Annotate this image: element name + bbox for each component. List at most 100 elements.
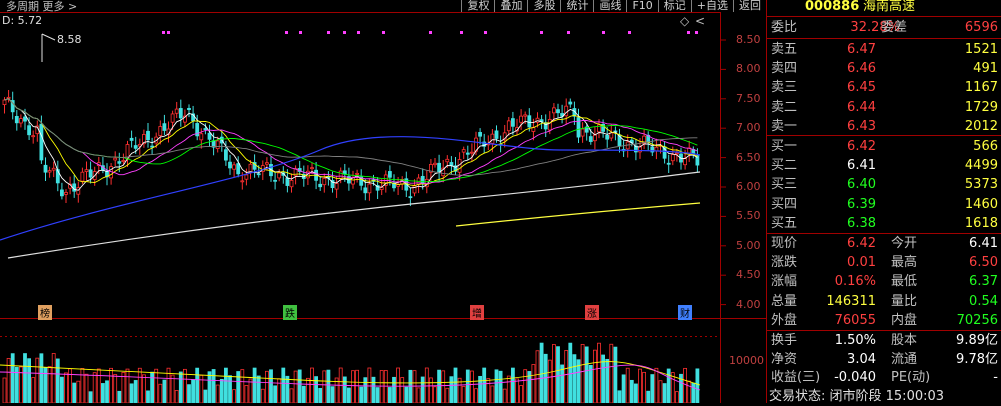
bid-label: 买五: [771, 215, 798, 231]
volume-bar: [662, 383, 667, 403]
quote-row: 总量 146311 量比 0.54: [769, 292, 1000, 311]
stat-value: 6.37: [969, 274, 998, 290]
toolbar-button[interactable]: 多股: [527, 0, 560, 12]
volume-bar: [494, 369, 499, 403]
volume-bar: [375, 387, 380, 403]
toolbar-button[interactable]: 画线: [593, 0, 626, 12]
candle-body: [88, 169, 93, 178]
candle-body: [121, 159, 126, 163]
stat-value: 6.42: [847, 236, 876, 251]
candle-body: [170, 113, 175, 123]
candle-body: [420, 175, 425, 184]
volume-bar: [154, 368, 159, 403]
candle-body: [27, 125, 32, 136]
period-label[interactable]: 多周期: [6, 0, 39, 13]
diamond-icon[interactable]: ◇: [680, 14, 689, 28]
high-price-label: 8.58: [57, 33, 82, 46]
volume-bar: [634, 383, 638, 403]
candle-body: [387, 171, 392, 178]
volume-bar: [572, 354, 577, 403]
signal-dot: [695, 31, 698, 34]
event-marker[interactable]: 增: [470, 305, 484, 320]
volume-bar: [556, 346, 560, 403]
price-axis-tick: 5.00: [736, 238, 761, 252]
candle-body: [580, 128, 585, 137]
volume-bar: [687, 380, 692, 403]
ask-volume: 1521: [964, 42, 998, 57]
stat-value: 0.54: [969, 293, 998, 309]
divider: [766, 135, 1001, 136]
fund-value: -0.040: [834, 370, 876, 385]
stat-label: 内盘: [891, 312, 918, 328]
kline-chart[interactable]: [0, 0, 766, 403]
volume-bar: [281, 367, 286, 403]
event-marker[interactable]: 涨: [585, 305, 599, 320]
signal-dot: [429, 31, 432, 34]
volume-bar: [379, 370, 384, 403]
candle-body: [43, 164, 48, 173]
volume-bar: [31, 377, 36, 403]
stat-label: 涨跌: [771, 255, 798, 271]
candle-body: [6, 96, 11, 99]
volume-bar: [371, 376, 376, 403]
candle-body: [547, 119, 552, 131]
volume-bar: [223, 367, 228, 403]
candle-body: [60, 189, 64, 197]
price-axis-tick: 6.50: [736, 150, 761, 164]
ask-label: 卖二: [771, 99, 798, 115]
toolbar-button[interactable]: 返回: [733, 0, 766, 12]
volume-bar: [568, 342, 573, 403]
volume-bar: [330, 386, 335, 403]
candle-body: [588, 136, 593, 142]
volume-bar: [80, 367, 85, 403]
quote-row: 卖二 6.44 1729: [769, 98, 1000, 117]
event-marker[interactable]: 榜: [38, 305, 52, 320]
candle-body: [232, 164, 237, 170]
signal-dot: [285, 31, 288, 34]
candle-body: [256, 173, 261, 176]
candle-body: [338, 170, 343, 179]
volume-bar: [396, 367, 401, 403]
volume-bar: [650, 374, 655, 403]
volume-bar: [617, 390, 622, 403]
toolbar-button[interactable]: 叠加: [494, 0, 527, 12]
ask-price: 6.47: [847, 42, 876, 57]
toolbar-button[interactable]: 复权: [461, 0, 494, 12]
event-marker[interactable]: 财: [678, 305, 692, 320]
event-marker[interactable]: 跌: [283, 305, 297, 320]
toolbar-button[interactable]: 标记: [657, 0, 691, 12]
stat-label: 总量: [771, 293, 798, 309]
candle-body: [367, 183, 372, 194]
more-label[interactable]: 更多: [43, 0, 65, 13]
chevron-left-icon[interactable]: <: [695, 14, 705, 28]
volume-bar: [35, 357, 40, 403]
candle-body: [465, 152, 470, 155]
fund-label: 股本: [891, 333, 918, 348]
weibi-row: 委比 32.28% 委差 6596: [769, 18, 1000, 37]
chevron-right-icon[interactable]: >: [68, 0, 77, 13]
candle-body: [113, 157, 118, 161]
candle-body: [244, 174, 249, 180]
candle-body: [174, 108, 179, 114]
volume-bar: [101, 383, 105, 403]
bid-price: 6.39: [847, 196, 876, 212]
volume-bar: [609, 343, 614, 403]
volume-bar: [646, 390, 651, 403]
ask-volume: 491: [973, 61, 998, 77]
candle-body: [215, 140, 220, 149]
volume-bar: [293, 370, 298, 403]
toolbar-button[interactable]: 统计: [560, 0, 593, 12]
toolbar-button[interactable]: F10: [626, 0, 657, 12]
volume-bar: [219, 378, 224, 403]
candle-body: [203, 128, 208, 130]
divider: [766, 330, 1001, 331]
period-menu[interactable]: 多周期 更多 >: [6, 0, 77, 14]
toolbar-button[interactable]: +自选: [690, 0, 733, 12]
candle-body: [552, 107, 556, 114]
volume-bar: [64, 372, 68, 403]
candle-body: [490, 133, 495, 144]
stat-label: 外盘: [771, 312, 798, 328]
candle-body: [31, 135, 36, 138]
volume-bar: [113, 374, 118, 403]
ask-price: 6.45: [847, 80, 876, 96]
